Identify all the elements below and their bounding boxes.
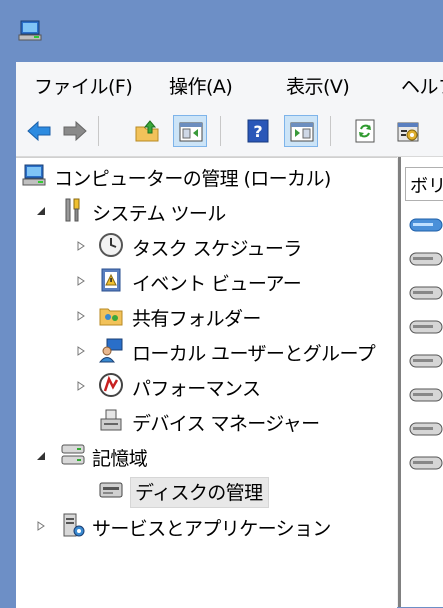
users-icon [98,338,123,363]
properties-icon [397,122,419,142]
tree-node-label: 記憶域 [92,448,148,470]
storage-icon [61,444,85,465]
toolbar: ? [16,106,443,157]
tree-node-storage[interactable]: 記憶域 [36,438,397,472]
expand-arrow-icon[interactable] [76,346,86,356]
services-icon [63,513,85,537]
help-icon: ? [247,119,269,143]
show-hide-action-pane-icon [290,122,314,142]
volume-row[interactable] [409,319,443,334]
refresh-icon [355,119,375,143]
menu-bar: ファイル(F) 操作(A) 表示(V) ヘルプ(H) [16,62,443,106]
tree-node-system-tools[interactable]: システム ツール [36,193,397,227]
show-hide-console-tree-button[interactable] [173,115,207,147]
tree-node-label: パフォーマンス [132,378,261,400]
show-hide-console-tree-icon [179,122,203,142]
volume-row[interactable] [409,251,443,266]
menu-view[interactable]: 表示(V) [286,72,350,99]
console-tree[interactable]: コンピューターの管理 (ローカル) システム ツール タスク スケジューラ イベ… [16,157,397,608]
volume-row[interactable] [409,353,443,368]
tree-node-label: 共有フォルダー [132,308,261,330]
disk-drive-icon [409,286,443,300]
tree-node-services-applications[interactable]: サービスとアプリケーション [36,508,397,542]
tree-node-disk-management[interactable]: ディスクの管理 [98,473,397,508]
expand-arrow-icon[interactable] [76,381,86,391]
tree-node-local-users-groups[interactable]: ローカル ユーザーとグループ [76,333,397,367]
svg-text:?: ? [253,122,262,141]
system-tools-icon [65,198,80,222]
tree-node-label: システム ツール [92,203,226,225]
expand-arrow-icon[interactable] [76,311,86,321]
volume-list-pane[interactable]: ボリューム [398,157,443,607]
disk-drive-icon [409,252,443,266]
tree-node-label: サービスとアプリケーション [92,518,331,540]
tree-node-task-scheduler[interactable]: タスク スケジューラ [76,228,397,262]
tree-node-device-manager[interactable]: デバイス マネージャー [76,403,397,437]
tree-node-label: イベント ビューアー [132,273,302,295]
disk-drive-icon [409,388,443,402]
computer-management-icon [22,164,46,186]
shared-folder-icon [99,308,123,326]
volume-row[interactable] [409,455,443,470]
toolbar-separator [330,116,331,146]
volume-row[interactable] [409,387,443,402]
disk-drive-icon [409,218,443,232]
expand-arrow-icon[interactable] [76,241,86,251]
toolbar-separator [220,116,221,146]
up-folder-icon [135,120,159,142]
volume-row[interactable] [409,217,443,232]
event-viewer-icon [101,268,121,292]
back-arrow-icon [27,120,51,142]
tree-node-label: コンピューターの管理 (ローカル) [54,168,331,190]
title-bar [0,0,443,62]
collapse-arrow-icon[interactable] [36,451,46,461]
disk-management-icon [99,482,123,498]
volume-row[interactable] [409,285,443,300]
performance-icon [99,373,123,397]
up-one-level-button[interactable] [130,115,164,147]
column-header-volume[interactable]: ボリューム [405,167,443,201]
menu-file[interactable]: ファイル(F) [34,72,133,99]
tree-node-label: ローカル ユーザーとグループ [132,343,376,365]
device-manager-icon [100,409,122,431]
menu-action[interactable]: 操作(A) [169,72,233,99]
tree-node-label: ディスクの管理 [130,477,270,508]
collapse-arrow-icon[interactable] [36,206,46,216]
tree-node-shared-folders[interactable]: 共有フォルダー [76,298,397,332]
toolbar-separator [98,116,99,146]
tree-node-performance[interactable]: パフォーマンス [76,368,397,402]
main-window: ファイル(F) 操作(A) 表示(V) ヘルプ(H) [16,62,443,608]
forward-button[interactable] [58,115,92,147]
tree-node-root[interactable]: コンピューターの管理 (ローカル) [22,158,397,192]
clock-icon [99,233,123,257]
help-button[interactable]: ? [241,115,275,147]
back-button[interactable] [22,115,56,147]
menu-help[interactable]: ヘルプ(H) [401,72,443,99]
volume-row[interactable] [409,421,443,436]
disk-drive-icon [409,354,443,368]
tree-node-event-viewer[interactable]: イベント ビューアー [76,263,397,297]
disk-drive-icon [409,456,443,470]
tree-node-label: デバイス マネージャー [132,413,320,435]
show-hide-action-pane-button[interactable] [284,115,318,147]
expand-arrow-icon[interactable] [36,521,46,531]
expand-arrow-icon[interactable] [76,276,86,286]
properties-button[interactable] [392,115,426,147]
disk-drive-icon [409,320,443,334]
forward-arrow-icon [63,120,87,142]
computer-management-icon[interactable] [18,20,44,42]
disk-drive-icon [409,422,443,436]
refresh-button[interactable] [348,115,382,147]
tree-node-label: タスク スケジューラ [132,238,302,260]
